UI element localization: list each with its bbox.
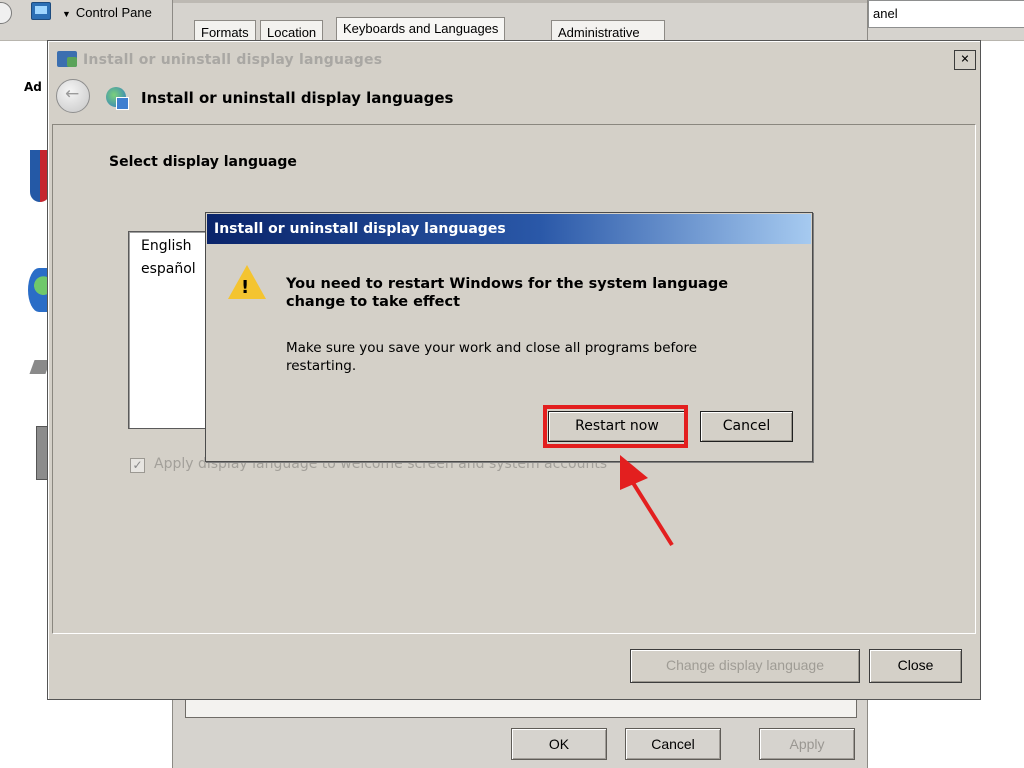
search-input-text: anel (873, 6, 898, 21)
breadcrumb[interactable]: ▼ Control Pane (62, 5, 170, 20)
restart-message-box: Install or uninstall display languages !… (205, 212, 813, 462)
message-titlebar: Install or uninstall display languages (207, 214, 811, 244)
apply-button[interactable]: Apply (759, 728, 855, 760)
arrow-shaft (628, 476, 674, 547)
page-title: Install or uninstall display languages (141, 89, 454, 107)
message-cancel-button[interactable]: Cancel (700, 411, 793, 442)
section-label: Select display language (109, 154, 297, 170)
back-arrow-icon[interactable] (56, 79, 90, 113)
message-sub-text: Make sure you save your work and close a… (286, 340, 698, 374)
change-display-language-button[interactable]: Change display language (630, 649, 860, 683)
breadcrumb-text: Control Pane (75, 5, 152, 20)
chevron-down-icon: ▼ (62, 9, 71, 19)
control-panel-icon (31, 2, 51, 20)
dialog-titlebar: Install or uninstall display languages × (49, 42, 979, 80)
close-button[interactable]: Close (869, 649, 962, 683)
dialog-title: Install or uninstall display languages (83, 52, 383, 68)
ok-button[interactable]: OK (511, 728, 607, 760)
warning-exclamation: ! (241, 277, 250, 298)
left-heading: Ad (24, 80, 42, 94)
message-title: Install or uninstall display languages (214, 221, 506, 237)
apply-welcome-checkbox[interactable]: ✓ (130, 458, 145, 473)
region-dialog-top-border (173, 0, 867, 3)
annotation-arrow-icon (620, 455, 674, 547)
list-item-english[interactable]: English (141, 238, 192, 254)
language-icon (57, 51, 77, 67)
list-item-spanish[interactable]: español (141, 261, 196, 277)
search-input[interactable]: anel (868, 0, 1024, 28)
back-button[interactable] (0, 2, 12, 24)
language-globe-icon (106, 87, 129, 110)
cancel-button[interactable]: Cancel (625, 728, 721, 760)
message-main-text: You need to restart Windows for the syst… (286, 276, 729, 310)
close-icon[interactable]: × (954, 50, 976, 70)
